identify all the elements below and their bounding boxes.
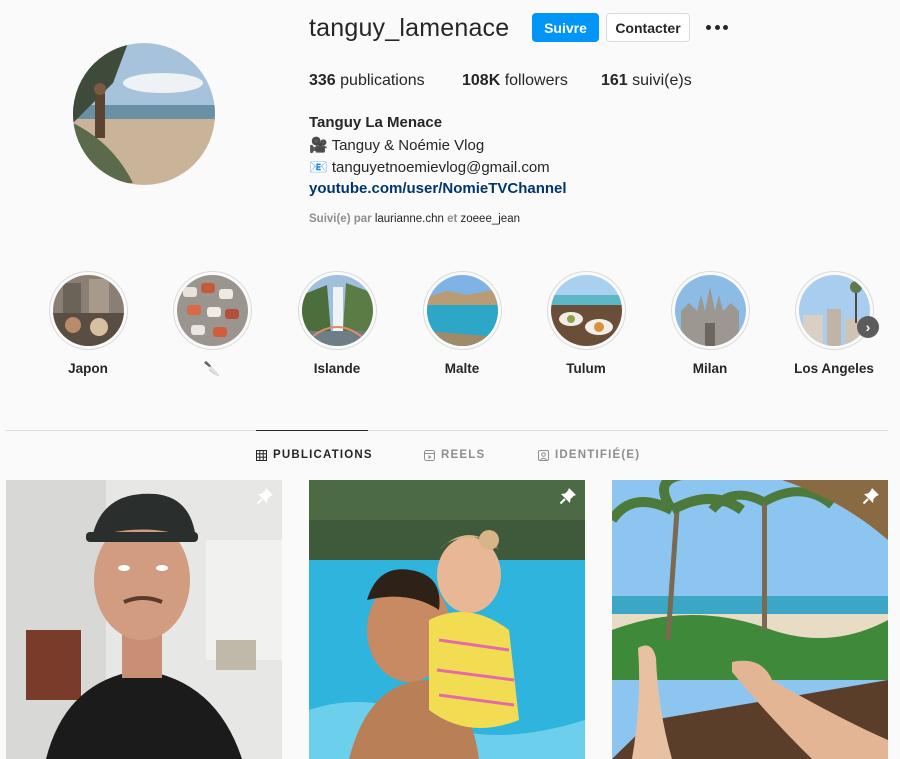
highlight-label: Los Angeles <box>794 361 874 376</box>
following-stat[interactable]: 161 suivi(e)s <box>601 72 692 90</box>
highlight-cover <box>670 271 750 350</box>
highlight-cover <box>297 271 377 350</box>
tab-label: PUBLICATIONS <box>273 449 373 461</box>
follow-button[interactable]: Suivre <box>532 13 599 42</box>
highlight-label: Milan <box>692 361 728 376</box>
highlight-knife[interactable]: 🔪 <box>172 271 252 377</box>
followers-count: 108K <box>462 72 501 89</box>
tabs-divider <box>6 430 888 431</box>
active-tab-indicator <box>256 430 368 431</box>
followed-by-user-1[interactable]: laurianne.chn <box>375 213 444 225</box>
post-thumbnail[interactable] <box>309 480 585 759</box>
posts-stat: 336 publications <box>309 72 425 90</box>
post-thumbnail[interactable] <box>612 480 888 759</box>
profile-avatar[interactable] <box>73 43 215 185</box>
tab-identifie[interactable]: IDENTIFIÉ(E) <box>538 449 640 461</box>
highlight-malte[interactable]: Malte <box>422 271 502 376</box>
followed-by-and: et <box>443 213 461 225</box>
followers-stat[interactable]: 108K followers <box>462 72 568 90</box>
posts-label: publications <box>335 72 425 89</box>
followed-by-prefix: Suivi(e) par <box>309 213 375 225</box>
highlight-label: Japon <box>68 361 108 376</box>
reels-icon <box>424 449 435 461</box>
highlight-label: Tulum <box>566 361 606 376</box>
highlight-cover <box>794 271 874 350</box>
highlight-tulum[interactable]: Tulum <box>546 271 626 376</box>
tab-label: IDENTIFIÉ(E) <box>555 449 641 461</box>
post-thumbnail[interactable] <box>6 480 282 759</box>
following-count: 161 <box>601 72 628 89</box>
bio-line-vlog: 🎥 Tanguy & Noémie Vlog <box>309 137 485 154</box>
bio-line-email: 📧 tanguyetnoemievlog@gmail.com <box>309 159 550 176</box>
highlight-cover <box>172 271 252 350</box>
highlight-label: Islande <box>313 361 361 376</box>
tab-label: REELS <box>441 449 486 461</box>
highlight-cover <box>48 271 128 350</box>
followed-by[interactable]: Suivi(e) par laurianne.chn et zoeee_jean <box>309 213 520 225</box>
highlight-islande[interactable]: Islande <box>297 271 377 376</box>
followers-label: followers <box>500 72 568 89</box>
grid-icon <box>256 449 267 461</box>
highlight-japon[interactable]: Japon <box>48 271 128 376</box>
pinned-post-icon <box>256 488 273 505</box>
highlight-milan[interactable]: Milan <box>670 271 750 376</box>
highlight-label: Malte <box>444 361 480 376</box>
contact-button[interactable]: Contacter <box>606 13 690 42</box>
posts-count: 336 <box>309 72 336 89</box>
pinned-post-icon <box>559 488 576 505</box>
highlight-label: 🔪 <box>203 361 221 376</box>
tab-reels[interactable]: REELS <box>424 449 485 461</box>
highlight-cover <box>422 271 502 350</box>
more-options-icon[interactable] <box>704 17 730 37</box>
pinned-post-icon <box>862 488 879 505</box>
followed-by-user-2[interactable]: zoeee_jean <box>461 213 520 225</box>
tagged-icon <box>538 449 549 461</box>
tab-publications[interactable]: PUBLICATIONS <box>256 449 373 461</box>
following-label: suivi(e)s <box>627 72 692 89</box>
profile-username: tanguy_lamenace <box>309 14 510 42</box>
bio-link[interactable]: youtube.com/user/NomieTVChannel <box>309 180 567 197</box>
highlight-cover <box>546 271 626 350</box>
highlights-next-chevron-icon[interactable]: › <box>857 316 879 338</box>
profile-full-name: Tanguy La Menace <box>309 114 443 131</box>
